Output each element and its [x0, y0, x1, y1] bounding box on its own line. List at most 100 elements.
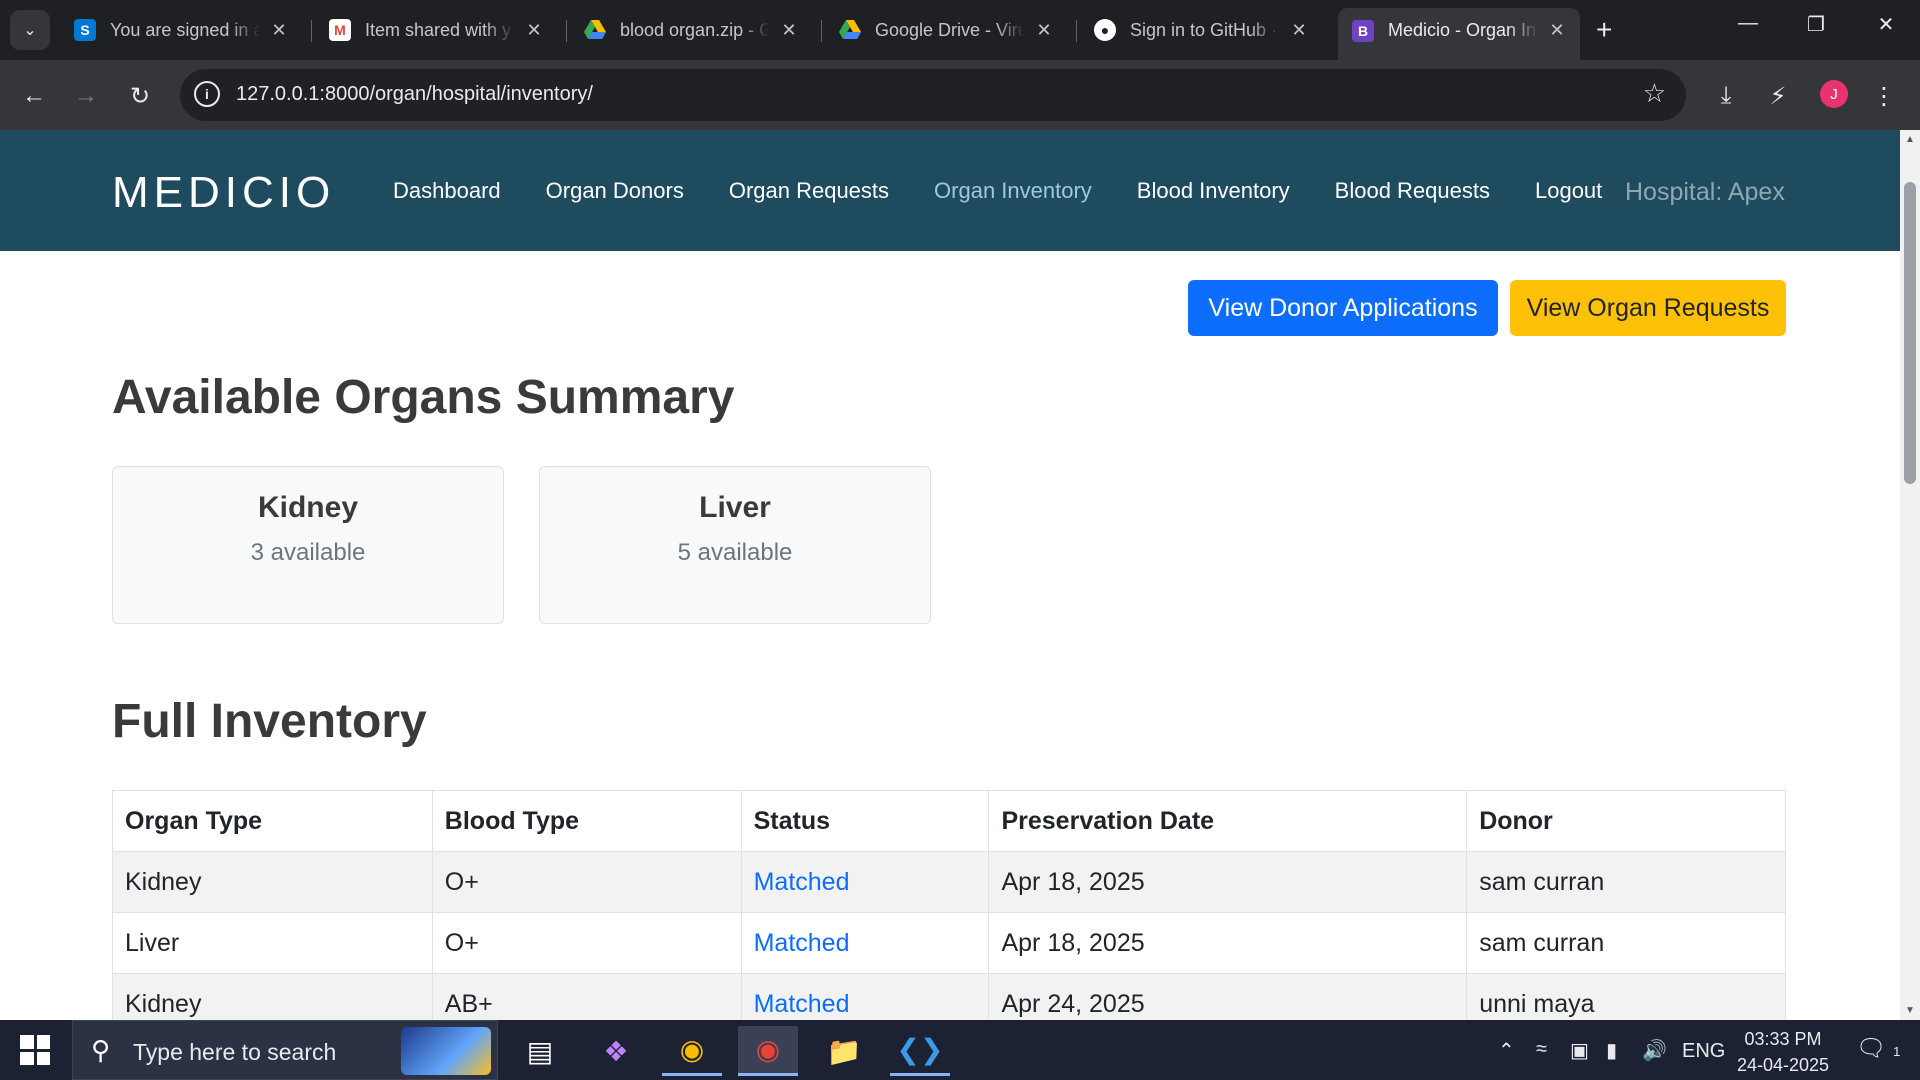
chrome-taskbar-button[interactable]: ◉ — [662, 1026, 722, 1076]
chrome-menu-button[interactable]: ⋮ — [1864, 76, 1904, 116]
site-info-icon[interactable]: i — [194, 81, 220, 107]
battery-icon[interactable]: ▮ — [1606, 1038, 1617, 1063]
nav-blood-inventory[interactable]: Blood Inventory — [1137, 178, 1290, 204]
display-icon[interactable]: ▣ — [1570, 1038, 1589, 1063]
taskbar-search-box[interactable]: ⚲ Type here to search — [72, 1020, 498, 1080]
vscode-button[interactable]: ❮❯ — [890, 1026, 950, 1076]
search-icon: ⚲ — [91, 1035, 111, 1065]
downloads-button[interactable]: ⤓ — [1706, 76, 1746, 116]
tab-separator — [311, 20, 312, 42]
organ-name: Liver — [699, 491, 771, 524]
gmail-icon: M — [329, 19, 351, 41]
bookmark-star-icon[interactable]: ☆ — [1643, 78, 1666, 109]
forward-button[interactable]: → — [66, 76, 106, 116]
download-icon: ⤓ — [1720, 82, 1732, 109]
blood-type-cell: O+ — [431, 851, 742, 913]
wifi-icon[interactable]: ≈ — [1536, 1038, 1547, 1061]
address-bar[interactable]: i 127.0.0.1:8000/organ/hospital/inventor… — [180, 69, 1686, 121]
close-icon[interactable]: ✕ — [268, 20, 290, 41]
blood-type-cell: AB+ — [431, 973, 742, 1020]
chrome-profile-taskbar-button[interactable]: ◉ — [738, 1026, 798, 1076]
file-explorer-button[interactable]: 📁 — [814, 1026, 874, 1076]
windows-logo-icon — [36, 1051, 50, 1065]
nav-dashboard[interactable]: Dashboard — [393, 178, 501, 204]
close-icon[interactable]: ✕ — [1546, 20, 1568, 41]
site-logo[interactable]: MEDICIO — [112, 168, 335, 218]
clock-time: 03:33 PM — [1744, 1029, 1822, 1049]
restore-button[interactable]: ❐ — [1796, 12, 1836, 37]
show-hidden-icons-button[interactable]: ⌃ — [1498, 1038, 1515, 1063]
kebab-menu-icon: ⋮ — [1872, 82, 1896, 110]
nav-logout[interactable]: Logout — [1535, 178, 1602, 204]
tab-search-button[interactable]: ⌄ — [10, 10, 50, 50]
browser-tab[interactable]: Google Drive - Viru ✕ — [825, 8, 1067, 52]
organ-name: Kidney — [257, 491, 359, 524]
scrollbar-thumb[interactable] — [1904, 182, 1916, 484]
nav-blood-requests[interactable]: Blood Requests — [1335, 178, 1490, 204]
blood-type-cell: O+ — [431, 912, 742, 974]
scroll-up-icon[interactable]: ▲ — [1904, 134, 1916, 145]
tab-title: Item shared with y — [365, 19, 512, 40]
windows-start-button[interactable] — [20, 1035, 50, 1065]
nav-organ-inventory[interactable]: Organ Inventory — [934, 178, 1092, 204]
plus-icon: + — [1596, 14, 1613, 45]
scroll-down-icon[interactable]: ▼ — [1904, 1005, 1916, 1016]
taskbar-clock[interactable]: 03:33 PM 24-04-2025 — [1728, 1026, 1838, 1078]
browser-tab[interactable]: ● Sign in to GitHub · ✕ — [1080, 8, 1322, 52]
column-header: Donor — [1466, 790, 1786, 852]
close-icon[interactable]: ✕ — [778, 20, 800, 41]
minimize-button[interactable]: — — [1728, 12, 1768, 35]
vscode-icon: ❮❯ — [896, 1034, 944, 1065]
performance-button[interactable]: ⚡ — [1758, 76, 1798, 116]
donor-cell: unni maya — [1466, 973, 1786, 1020]
hospital-label: Hospital: Apex — [1625, 178, 1785, 206]
donor-cell: sam curran — [1466, 851, 1786, 913]
browser-tab[interactable]: S You are signed in a ✕ — [60, 8, 302, 52]
column-header: Preservation Date — [988, 790, 1468, 852]
task-view-button[interactable]: ▤ — [510, 1026, 570, 1076]
organ-count: 3 available — [250, 539, 366, 566]
browser-tab[interactable]: blood organ.zip - G ✕ — [570, 8, 812, 52]
browser-tab[interactable]: M Item shared with y ✕ — [315, 8, 557, 52]
status-cell: Matched — [740, 973, 990, 1020]
reload-button[interactable]: ↻ — [120, 76, 160, 116]
back-button[interactable]: ← — [14, 76, 54, 116]
page-scrollbar[interactable]: ▲ ▼ — [1900, 130, 1920, 1020]
chevron-up-icon: ⌃ — [1498, 1040, 1515, 1062]
copilot-button[interactable]: ❖ — [586, 1026, 646, 1076]
page-viewport: MEDICIO Dashboard Organ Donors Organ Req… — [0, 130, 1900, 1020]
google-drive-icon — [584, 19, 606, 41]
close-icon[interactable]: ✕ — [1288, 20, 1310, 41]
nav-organ-donors[interactable]: Organ Donors — [546, 178, 684, 204]
organ-summary-card: Liver 5 available — [539, 466, 931, 624]
close-icon[interactable]: ✕ — [523, 20, 545, 41]
view-organ-requests-button[interactable]: View Organ Requests — [1510, 280, 1786, 336]
new-tab-button[interactable]: + — [1596, 14, 1612, 46]
close-icon[interactable]: ✕ — [1033, 20, 1055, 41]
browser-tab-active[interactable]: B Medicio - Organ In ✕ — [1338, 8, 1580, 60]
table-header-row: Organ Type Blood Type Status Preservatio… — [112, 790, 1786, 852]
speedometer-icon: ⚡ — [1769, 82, 1787, 110]
view-donor-applications-button[interactable]: View Donor Applications — [1188, 280, 1498, 336]
close-window-button[interactable]: ✕ — [1866, 12, 1906, 37]
tab-title: Sign in to GitHub · — [1130, 19, 1278, 40]
table-row: Liver O+ Matched Apr 18, 2025 sam curran — [112, 912, 1786, 974]
chrome-icon: ◉ — [755, 1034, 781, 1065]
nav-organ-requests[interactable]: Organ Requests — [729, 178, 889, 204]
tab-separator — [1076, 20, 1077, 42]
profile-avatar[interactable]: J — [1820, 80, 1848, 108]
url-text[interactable]: 127.0.0.1:8000/organ/hospital/inventory/ — [236, 83, 593, 106]
notification-center-button[interactable]: 🗨 1 — [1856, 1034, 1900, 1063]
column-header: Organ Type — [112, 790, 433, 852]
preservation-date-cell: Apr 18, 2025 — [988, 912, 1468, 974]
copilot-icon: ❖ — [603, 1035, 629, 1067]
browser-tab-strip: ⌄ S You are signed in a ✕ M Item shared … — [0, 0, 1920, 60]
sharepoint-icon: S — [74, 19, 96, 41]
language-indicator[interactable]: ENG — [1682, 1040, 1725, 1063]
organ-summary-card: Kidney 3 available — [112, 466, 504, 624]
tab-separator — [566, 20, 567, 42]
organ-type-cell: Kidney — [112, 851, 433, 913]
chevron-down-icon: ⌄ — [23, 22, 37, 39]
status-cell: Matched — [740, 851, 990, 913]
volume-icon[interactable]: 🔊 — [1642, 1038, 1667, 1063]
